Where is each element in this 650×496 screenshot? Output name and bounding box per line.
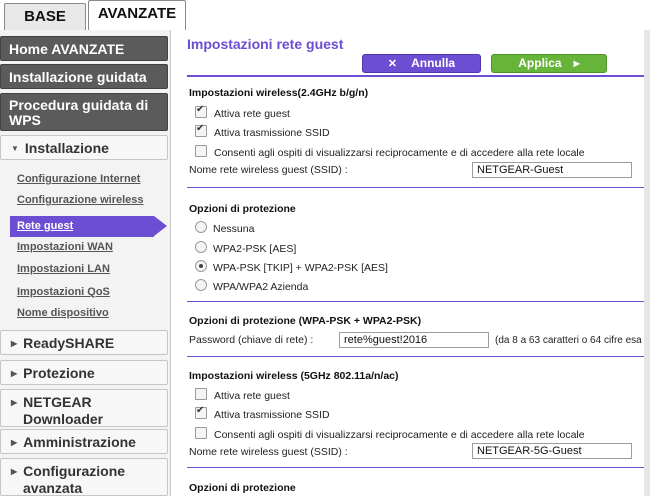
- sidebar-item-administration[interactable]: ▶ Amministrazione: [0, 429, 168, 454]
- checkbox-row: Attiva rete guest: [195, 104, 290, 120]
- cancel-button[interactable]: ✕ Annulla: [362, 54, 481, 73]
- sidebar-item-label: WPS: [9, 112, 41, 128]
- radio-row: WPA/WPA2 Azienda: [195, 279, 308, 293]
- sidebar-item-label: Protezione: [23, 365, 95, 381]
- sidebar-subitem-wan[interactable]: Impostazioni WAN: [17, 241, 113, 253]
- ssid-5-input[interactable]: [472, 443, 632, 459]
- divider: [187, 75, 650, 77]
- sidebar-subitem-lan[interactable]: Impostazioni LAN: [17, 263, 110, 275]
- chevron-right-icon: ▶: [573, 59, 580, 68]
- tab-bar: BASE AVANZATE: [0, 0, 188, 30]
- triangle-right-icon: ▶: [11, 467, 18, 476]
- section-title-wireless-5: Impostazioni wireless (5GHz 802.11a/n/ac…: [189, 370, 399, 382]
- radio-row: WPA2-PSK [AES]: [195, 241, 296, 255]
- section-title-security-5: Opzioni di protezione: [189, 482, 296, 494]
- sidebar-item-label: Downloader: [23, 411, 104, 427]
- sidebar-item-label: Home AVANZATE: [9, 41, 125, 57]
- triangle-right-icon: ▶: [11, 339, 18, 348]
- divider: [187, 467, 650, 468]
- sidebar-item-readyshare[interactable]: ▶ ReadySHARE: [0, 330, 168, 355]
- ssid-24-label: Nome rete wireless guest (SSID) :: [189, 164, 348, 176]
- sidebar-item-label: NETGEAR: [23, 394, 92, 410]
- sidebar-item-protection[interactable]: ▶ Protezione: [0, 360, 168, 385]
- security-enterprise-radio[interactable]: [195, 279, 207, 291]
- divider: [187, 187, 650, 188]
- apply-button[interactable]: Applica ▶: [491, 54, 607, 73]
- page-title: Impostazioni rete guest: [187, 36, 344, 52]
- checkbox-label: Consenti agli ospiti di visualizzarsi re…: [214, 147, 585, 159]
- checkbox-row: Consenti agli ospiti di visualizzarsi re…: [195, 145, 585, 159]
- password-hint: (da 8 a 63 caratteri o 64 cifre esa: [495, 335, 642, 346]
- divider: [187, 301, 650, 302]
- enable-guest-5-checkbox[interactable]: [195, 388, 207, 400]
- sidebar-subitem-internet[interactable]: Configurazione Internet: [17, 173, 140, 185]
- sidebar-item-label: ReadySHARE: [23, 335, 115, 351]
- security-wpa-wpa2-radio[interactable]: [195, 260, 207, 272]
- checkbox-row: Attiva rete guest: [195, 388, 290, 402]
- sidebar-item-home-advanced[interactable]: Home AVANZATE: [0, 36, 168, 61]
- enable-guest-24-checkbox[interactable]: [195, 104, 207, 118]
- checkbox-label: Consenti agli ospiti di visualizzarsi re…: [214, 429, 585, 441]
- allow-see-24-checkbox[interactable]: [195, 145, 207, 157]
- section-title-wireless-24: Impostazioni wireless(2.4GHz b/g/n): [189, 87, 369, 99]
- apply-label: Applica: [518, 56, 562, 70]
- radio-row: WPA-PSK [TKIP] + WPA2-PSK [AES]: [195, 260, 388, 274]
- password-input[interactable]: [339, 332, 489, 348]
- enable-ssid-5-checkbox[interactable]: [195, 405, 207, 419]
- sidebar-subitem-qos[interactable]: Impostazioni QoS: [17, 286, 110, 298]
- radio-label: WPA-PSK [TKIP] + WPA2-PSK [AES]: [213, 262, 388, 274]
- section-title-security-24: Opzioni di protezione: [189, 203, 296, 215]
- triangle-right-icon: ▶: [11, 369, 18, 378]
- triangle-down-icon: ▼: [11, 144, 19, 153]
- sidebar-item-setup-wizard[interactable]: Installazione guidata: [0, 64, 168, 89]
- checkbox-row: Consenti agli ospiti di visualizzarsi re…: [195, 427, 585, 441]
- sidebar-item-installation[interactable]: ▼ Installazione: [0, 135, 168, 160]
- radio-label: Nessuna: [213, 223, 255, 235]
- checkbox-label: Attiva rete guest: [214, 390, 290, 402]
- radio-row: Nessuna: [195, 221, 254, 235]
- close-icon: ✕: [387, 58, 398, 70]
- checkbox-row: Attiva trasmissione SSID: [195, 123, 330, 139]
- sidebar-item-label: Procedura guidata di: [9, 97, 149, 113]
- section-title-psk: Opzioni di protezione (WPA-PSK + WPA2-PS…: [189, 315, 422, 327]
- sidebar-item-label: avanzata: [23, 480, 83, 496]
- checkbox-row: Attiva trasmissione SSID: [195, 405, 330, 421]
- checkbox-label: Attiva rete guest: [214, 108, 290, 120]
- sidebar-subitem-device-name[interactable]: Nome dispositivo: [17, 307, 109, 319]
- enable-ssid-24-checkbox[interactable]: [195, 123, 207, 137]
- triangle-right-icon: ▶: [11, 398, 18, 407]
- tab-base[interactable]: BASE: [4, 3, 86, 30]
- tab-advanced[interactable]: AVANZATE: [88, 0, 186, 30]
- sidebar-item-label: Amministrazione: [23, 434, 136, 450]
- security-wpa2-radio[interactable]: [195, 241, 207, 253]
- sidebar-subitem-wireless[interactable]: Configurazione wireless: [17, 194, 144, 206]
- sidebar-item-label: Installazione: [24, 140, 109, 156]
- checkbox-label: Attiva trasmissione SSID: [214, 127, 330, 139]
- radio-label: WPA2-PSK [AES]: [213, 243, 297, 255]
- allow-see-5-checkbox[interactable]: [195, 427, 207, 439]
- radio-label: WPA/WPA2 Azienda: [213, 281, 309, 293]
- triangle-right-icon: ▶: [11, 438, 18, 447]
- checkbox-label: Attiva trasmissione SSID: [214, 409, 330, 421]
- sidebar-item-wps-wizard[interactable]: Procedura guidata di WPS: [0, 93, 168, 131]
- scrollbar[interactable]: [644, 30, 650, 496]
- security-none-radio[interactable]: [195, 221, 207, 233]
- sidebar-item-advanced-config[interactable]: ▶ Configurazione avanzata: [0, 458, 168, 496]
- password-label: Password (chiave di rete) :: [189, 334, 314, 346]
- ssid-5-label: Nome rete wireless guest (SSID) :: [189, 446, 348, 458]
- main-content: Impostazioni rete guest ✕ Annulla Applica…: [187, 30, 650, 496]
- ssid-24-input[interactable]: [472, 162, 632, 178]
- sidebar-item-label: Installazione guidata: [9, 69, 147, 85]
- divider: [187, 356, 650, 357]
- sidebar: Home AVANZATE Installazione guidata Proc…: [0, 30, 171, 496]
- sidebar-subitem-guest-network[interactable]: Rete guest: [10, 216, 167, 237]
- sidebar-item-label: Configurazione: [23, 463, 126, 479]
- sidebar-item-netgear-downloader[interactable]: ▶ NETGEAR Downloader: [0, 389, 168, 427]
- cancel-label: Annulla: [411, 56, 456, 70]
